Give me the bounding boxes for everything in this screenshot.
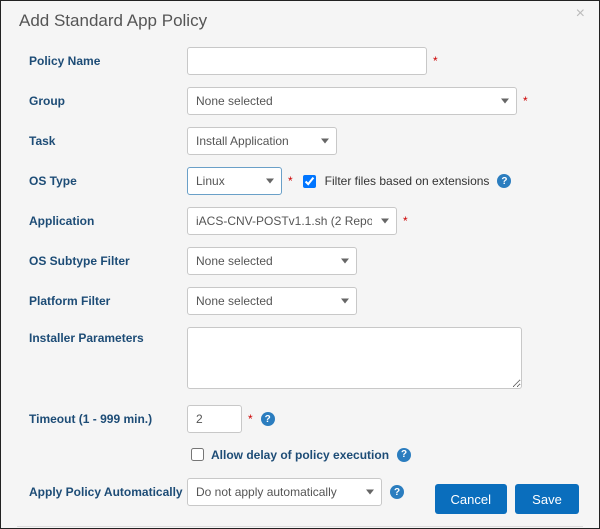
required-marker: * — [248, 412, 253, 426]
modal-footer: Cancel Save — [435, 484, 579, 514]
label-platform-filter: Platform Filter — [29, 294, 187, 308]
filter-ext-checkbox[interactable] — [303, 175, 316, 188]
row-timeout: Timeout (1 - 999 min.) * ? — [29, 405, 579, 433]
application-select[interactable] — [187, 207, 397, 235]
save-button[interactable]: Save — [515, 484, 579, 514]
footer-divider — [17, 526, 583, 527]
modal-title: Add Standard App Policy — [19, 11, 207, 30]
os-subtype-select[interactable] — [187, 247, 357, 275]
label-policy-name: Policy Name — [29, 54, 187, 68]
row-application: Application * — [29, 207, 579, 235]
required-marker: * — [403, 214, 408, 228]
label-os-type: OS Type — [29, 174, 187, 188]
platform-filter-select[interactable] — [187, 287, 357, 315]
modal-header: Add Standard App Policy × — [1, 1, 599, 39]
row-os-subtype: OS Subtype Filter — [29, 247, 579, 275]
group-select[interactable] — [187, 87, 517, 115]
help-icon[interactable]: ? — [390, 485, 404, 499]
row-platform-filter: Platform Filter — [29, 287, 579, 315]
label-filter-ext: Filter files based on extensions — [325, 174, 490, 188]
close-icon[interactable]: × — [576, 5, 585, 23]
help-icon[interactable]: ? — [497, 174, 511, 188]
label-task: Task — [29, 134, 187, 148]
help-icon[interactable]: ? — [261, 412, 275, 426]
label-group: Group — [29, 94, 187, 108]
label-installer-params: Installer Parameters — [29, 327, 187, 345]
modal-dialog: Add Standard App Policy × Policy Name * … — [0, 0, 600, 529]
policy-name-input[interactable] — [187, 47, 427, 75]
row-group: Group * — [29, 87, 579, 115]
label-timeout: Timeout (1 - 999 min.) — [29, 412, 187, 426]
modal-body: Policy Name * Group * Task — [1, 39, 599, 520]
timeout-input[interactable] — [187, 405, 242, 433]
help-icon[interactable]: ? — [397, 448, 411, 462]
cancel-button[interactable]: Cancel — [435, 484, 507, 514]
label-application: Application — [29, 214, 187, 228]
row-os-type: OS Type * Filter files based on extensio… — [29, 167, 579, 195]
installer-params-textarea[interactable] — [187, 327, 522, 389]
required-marker: * — [433, 54, 438, 68]
label-os-subtype: OS Subtype Filter — [29, 254, 187, 268]
row-installer-params: Installer Parameters — [29, 327, 579, 389]
row-policy-name: Policy Name * — [29, 47, 579, 75]
row-task: Task — [29, 127, 579, 155]
apply-auto-select[interactable] — [187, 478, 382, 506]
row-allow-delay: Allow delay of policy execution ? — [187, 445, 579, 464]
task-select[interactable] — [187, 127, 337, 155]
required-marker: * — [523, 94, 528, 108]
allow-delay-checkbox[interactable] — [191, 448, 204, 461]
label-apply-auto: Apply Policy Automatically — [29, 485, 187, 499]
os-type-select[interactable] — [187, 167, 282, 195]
required-marker: * — [288, 174, 293, 188]
label-allow-delay: Allow delay of policy execution — [211, 448, 389, 462]
